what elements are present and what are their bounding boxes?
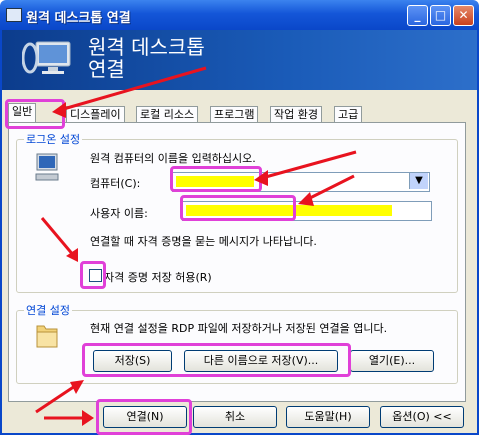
annotation-arrows [35,66,357,426]
